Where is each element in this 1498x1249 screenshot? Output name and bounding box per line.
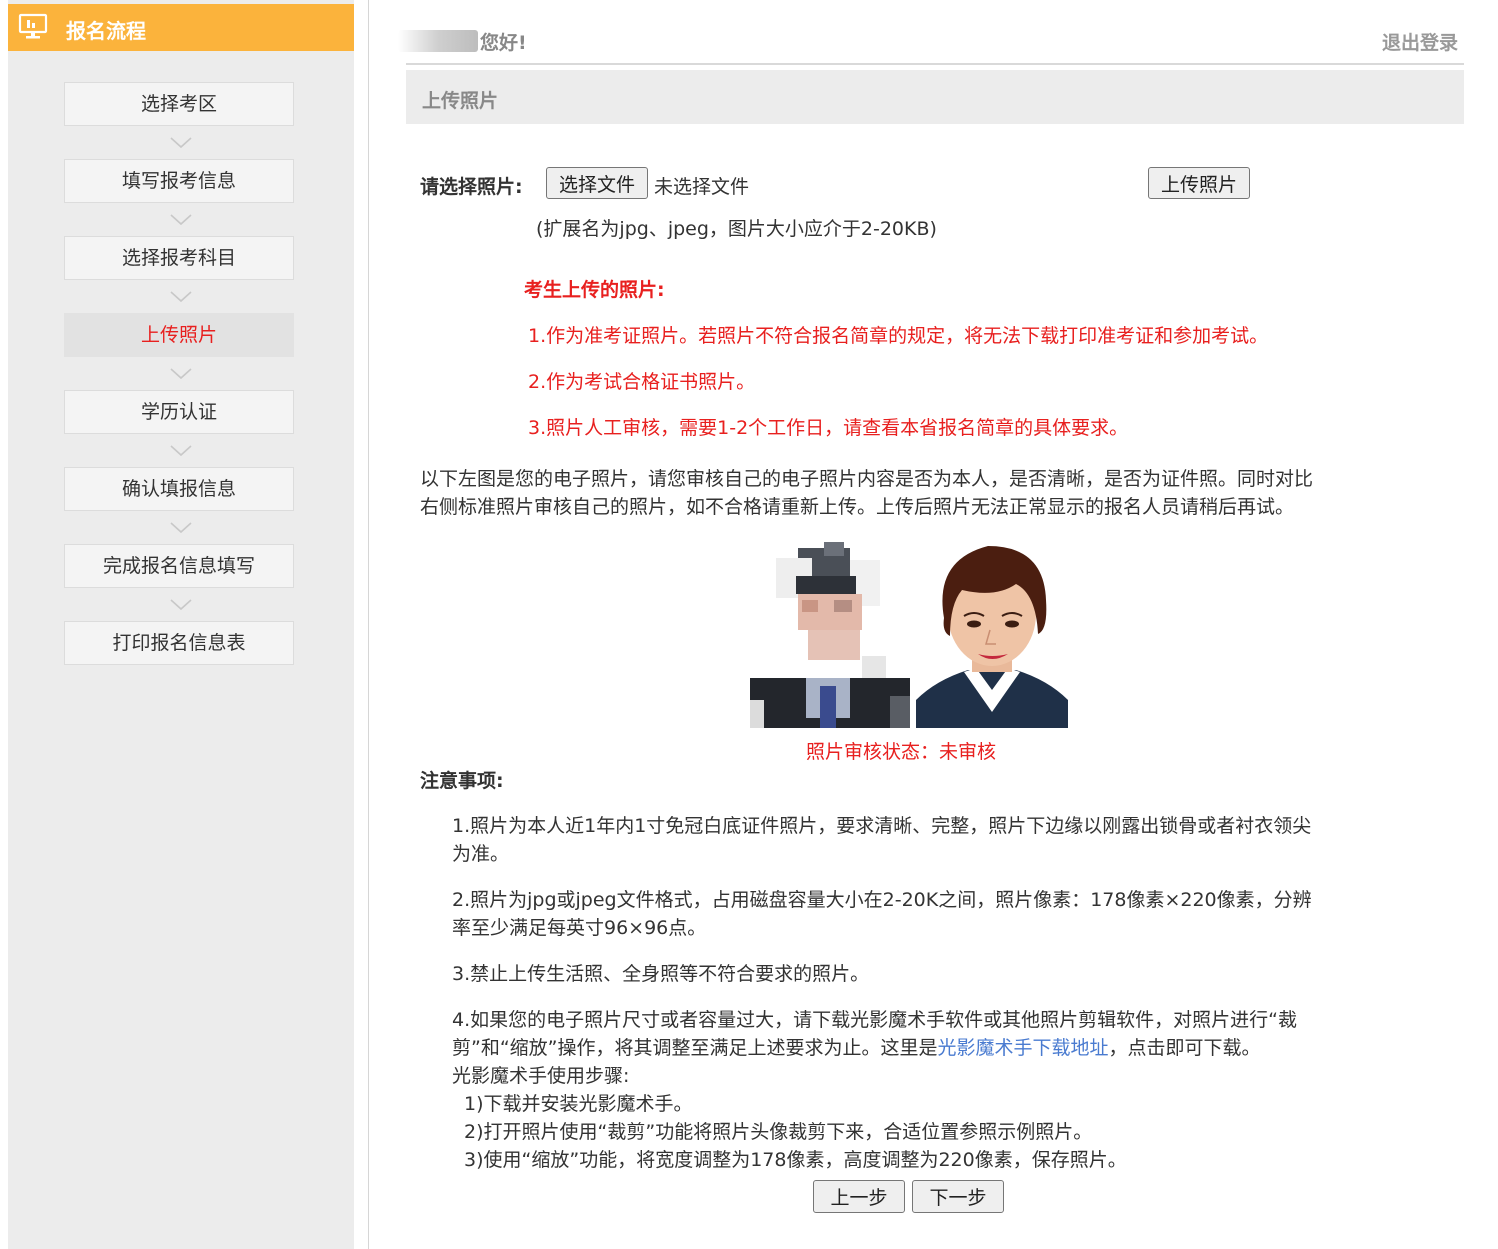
photo-review-status: 照片审核状态：未审核 (806, 741, 997, 763)
sidebar-header: 报名流程 (8, 4, 354, 51)
next-step-button[interactable]: 下一步 (912, 1180, 1004, 1213)
header-divider (406, 63, 1464, 65)
tool-steps-title: 光影魔术手使用步骤: (452, 1065, 630, 1087)
candidate-notes-title: 考生上传的照片: (524, 279, 665, 301)
compare-text-line-2: 右侧标准照片审核自己的照片，如不合格请重新上传。上传后照片无法正常显示的报名人员… (420, 496, 1295, 518)
user-name-redacted (398, 30, 478, 52)
step-select-subjects[interactable]: 选择报考科目 (64, 236, 294, 280)
sample-standard-photo (916, 540, 1068, 728)
notice-4-line-2: 剪”和“缩放”操作，将其调整至满足上述要求为止。这里是光影魔术手下载地址，点击即… (452, 1033, 1261, 1060)
step-education-verification[interactable]: 学历认证 (64, 390, 294, 434)
step-print-registration-form[interactable]: 打印报名信息表 (64, 621, 294, 665)
chevron-down-icon (170, 137, 192, 149)
compare-text-line-1: 以下左图是您的电子照片，请您审核自己的电子照片内容是否为本人，是否清晰，是否为证… (420, 468, 1314, 490)
notice-1-line-1: 1.照片为本人近1年内1寸免冠白底证件照片，要求清晰、完整，照片下边缘以刚露出锁… (452, 815, 1312, 837)
section-title: 上传照片 (422, 90, 499, 112)
chevron-down-icon (170, 445, 192, 457)
download-link[interactable]: 光影魔术手下载地址 (938, 1037, 1109, 1059)
logout-link[interactable]: 退出登录 (1382, 28, 1458, 55)
notice-4-text-pre: 剪”和“缩放”操作，将其调整至满足上述要求为止。这里是 (452, 1037, 938, 1059)
chevron-down-icon (170, 522, 192, 534)
uploaded-photo (750, 540, 910, 728)
chevron-down-icon (170, 599, 192, 611)
monitor-icon (18, 13, 48, 39)
step-complete-registration[interactable]: 完成报名信息填写 (64, 544, 294, 588)
step-fill-exam-info[interactable]: 填写报考信息 (64, 159, 294, 203)
notice-4-line-1: 4.如果您的电子照片尺寸或者容量过大，请下载光影魔术手软件或其他照片剪辑软件，对… (452, 1009, 1297, 1031)
candidate-note-2: 2.作为考试合格证书照片。 (528, 371, 756, 393)
chevron-down-icon (170, 368, 192, 380)
notice-3: 3.禁止上传生活照、全身照等不符合要求的照片。 (452, 963, 870, 985)
notice-4-text-post: ，点击即可下载。 (1108, 1037, 1261, 1059)
notice-2-line-1: 2.照片为jpg或jpeg文件格式，占用磁盘容量大小在2-20K之间，照片像素：… (452, 889, 1312, 911)
sidebar-title: 报名流程 (66, 19, 146, 43)
greeting: 您好! (480, 32, 527, 54)
step-upload-photo[interactable]: 上传照片 (64, 313, 294, 357)
prev-step-button[interactable]: 上一步 (813, 1180, 905, 1213)
tool-step-3: 3)使用“缩放”功能，将宽度调整为178像素，高度调整为220像素，保存照片。 (464, 1149, 1127, 1171)
section-header: 上传照片 (406, 70, 1464, 124)
tool-step-1: 1)下载并安装光影魔术手。 (464, 1093, 693, 1115)
chevron-down-icon (170, 214, 192, 226)
notice-title: 注意事项: (420, 770, 504, 792)
candidate-note-3: 3.照片人工审核，需要1-2个工作日，请查看本省报名简章的具体要求。 (528, 417, 1129, 439)
file-format-hint: (扩展名为jpg、jpeg，图片大小应介于2-20KB) (536, 218, 937, 240)
tool-step-2: 2)打开照片使用“裁剪”功能将照片头像裁剪下来，合适位置参照示例照片。 (464, 1121, 1093, 1143)
chevron-down-icon (170, 291, 192, 303)
photo-select-label: 请选择照片: (420, 176, 523, 198)
choose-file-button[interactable]: 选择文件 (546, 167, 648, 199)
no-file-text: 未选择文件 (654, 176, 750, 198)
step-select-exam-area[interactable]: 选择考区 (64, 82, 294, 126)
step-confirm-info[interactable]: 确认填报信息 (64, 467, 294, 511)
content-divider (368, 0, 369, 1249)
notice-1-line-2: 为准。 (452, 843, 510, 865)
notice-2-line-2: 率至少满足每英寸96×96点。 (452, 917, 707, 939)
candidate-note-1: 1.作为准考证照片。若照片不符合报名简章的规定，将无法下载打印准考证和参加考试。 (528, 325, 1269, 347)
upload-photo-button[interactable]: 上传照片 (1148, 167, 1250, 199)
